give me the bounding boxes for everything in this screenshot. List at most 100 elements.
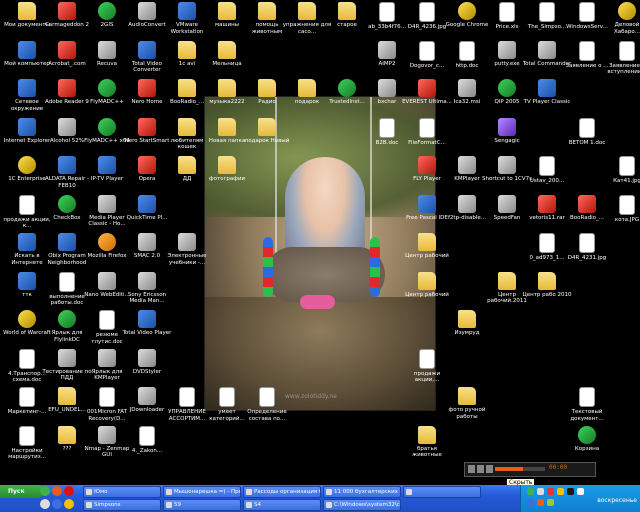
quicklaunch-explorer-icon[interactable] xyxy=(64,499,74,509)
tray-icq-icon[interactable] xyxy=(527,488,534,495)
start-button[interactable]: Пуск xyxy=(0,485,44,498)
taskbar-button[interactable]: Юмо xyxy=(83,486,161,498)
application-icon xyxy=(98,271,116,290)
folder-icon xyxy=(58,387,76,405)
folder-icon xyxy=(178,79,196,97)
stop-icon[interactable] xyxy=(477,465,484,473)
taskbar-button[interactable]: 11 000 бухгалтерских ... xyxy=(323,486,401,498)
desktop-icon-label: фотографии xyxy=(208,176,246,182)
application-icon xyxy=(578,425,596,444)
application-icon xyxy=(138,233,156,251)
application-icon xyxy=(378,40,396,59)
application-icon xyxy=(458,2,476,20)
folder-icon xyxy=(58,425,76,444)
application-icon xyxy=(138,79,156,97)
document-icon xyxy=(19,387,35,407)
taskbar-button[interactable]: Мышонарешка =) - Прево... xyxy=(163,486,241,498)
tray-network-icon[interactable] xyxy=(537,488,544,495)
desktop-icon[interactable]: Заявление о вступлении... xyxy=(602,40,640,87)
tray-volume-icon[interactable] xyxy=(557,488,564,495)
application-icon xyxy=(178,233,196,251)
folder-icon xyxy=(258,79,276,97)
quicklaunch-icq-icon[interactable] xyxy=(40,486,50,496)
desktop-icon-label: Центр рабочий xyxy=(405,291,449,298)
desktop-icon-label: Кат41.jpg xyxy=(613,178,640,184)
document-icon xyxy=(19,348,35,369)
application-icon xyxy=(18,117,36,136)
document-icon xyxy=(499,2,515,22)
application-icon xyxy=(18,79,36,97)
desktop-icon[interactable]: 4._Zakon... xyxy=(122,425,172,472)
desktop-icon-label: продажи акции,... xyxy=(413,370,441,384)
folder-icon xyxy=(218,117,236,136)
tray-battery-icon[interactable] xyxy=(547,499,554,506)
seek-bar[interactable] xyxy=(495,467,545,471)
desktop: www.zolotiddy.ne Мои документы Carmageddo… xyxy=(0,0,640,485)
application-icon xyxy=(58,117,76,136)
folder-icon xyxy=(418,233,436,251)
tray-antivirus-icon[interactable] xyxy=(547,488,554,495)
document-icon xyxy=(259,387,275,407)
clock[interactable]: воскресенье xyxy=(597,497,637,504)
document-icon xyxy=(59,271,75,292)
folder-icon xyxy=(538,271,556,290)
taskbar-button[interactable]: S4 xyxy=(243,499,321,511)
folder-icon xyxy=(298,79,316,97)
desktop-icon[interactable]: Определение состава по... xyxy=(242,387,292,433)
application-icon xyxy=(138,348,156,367)
application-icon xyxy=(58,194,76,213)
taskbar-button[interactable]: 59 xyxy=(163,499,241,511)
folder-icon xyxy=(178,117,196,136)
application-icon xyxy=(458,194,476,213)
desktop-icon-label: Электронные учебники -... xyxy=(167,253,207,266)
application-icon xyxy=(98,194,116,213)
desktop-icon[interactable]: фотографии xyxy=(202,156,252,202)
application-icon xyxy=(498,40,516,59)
quicklaunch-opera-icon[interactable] xyxy=(64,486,74,496)
application-icon xyxy=(58,40,76,59)
application-icon xyxy=(58,233,76,251)
next-icon[interactable] xyxy=(486,465,493,473)
tray-update-icon[interactable] xyxy=(537,499,544,506)
folder-icon xyxy=(258,117,276,136)
desktop-icon-label: Заявление о вступлении... xyxy=(607,62,640,76)
document-icon xyxy=(379,2,395,22)
taskbar-button[interactable] xyxy=(403,486,481,498)
application-icon xyxy=(538,79,556,97)
tray-bluetooth-icon[interactable] xyxy=(527,499,534,506)
folder-icon xyxy=(18,2,36,20)
application-icon xyxy=(418,156,436,174)
taskbar-button[interactable]: Рассоды организация б... xyxy=(243,486,321,498)
document-icon xyxy=(99,387,115,407)
document-icon xyxy=(539,233,555,253)
application-icon xyxy=(18,233,36,251)
quicklaunch-desktop-icon[interactable] xyxy=(40,499,50,509)
desktop-icon-label: Ustav_200... xyxy=(529,178,565,184)
application-icon xyxy=(98,348,116,367)
quicklaunch-ie-icon[interactable] xyxy=(52,499,62,509)
photo-shoe xyxy=(300,295,335,309)
application-icon xyxy=(458,156,476,174)
document-icon xyxy=(379,117,395,138)
desktop-icon[interactable]: братья животные xyxy=(402,425,452,472)
play-icon[interactable] xyxy=(468,465,475,473)
media-player-mini[interactable]: 00:00 xyxy=(464,462,596,477)
tray-player-icon[interactable] xyxy=(567,488,574,495)
application-icon xyxy=(498,156,516,174)
swing-beads-right xyxy=(370,237,380,297)
desktop-icon-label: Центр рабочий xyxy=(405,253,449,259)
application-icon xyxy=(138,117,156,136)
application-icon xyxy=(498,79,516,97)
desktop-icon[interactable]: Центр рабо 2010 xyxy=(522,271,572,318)
application-icon xyxy=(578,194,596,213)
folder-icon xyxy=(498,271,516,290)
quicklaunch-firefox-icon[interactable] xyxy=(52,486,62,496)
document-icon xyxy=(419,348,435,369)
tray-language-icon[interactable] xyxy=(577,488,584,495)
desktop-icon-label: Total Video Player xyxy=(122,330,172,336)
taskbar-button[interactable]: C:\Windows\system32\cm... xyxy=(323,499,401,511)
application-icon xyxy=(538,40,556,59)
taskbar-button[interactable]: Simpsons xyxy=(83,499,161,511)
desktop-icon-label: Корзина xyxy=(574,445,600,452)
application-icon xyxy=(338,79,356,97)
